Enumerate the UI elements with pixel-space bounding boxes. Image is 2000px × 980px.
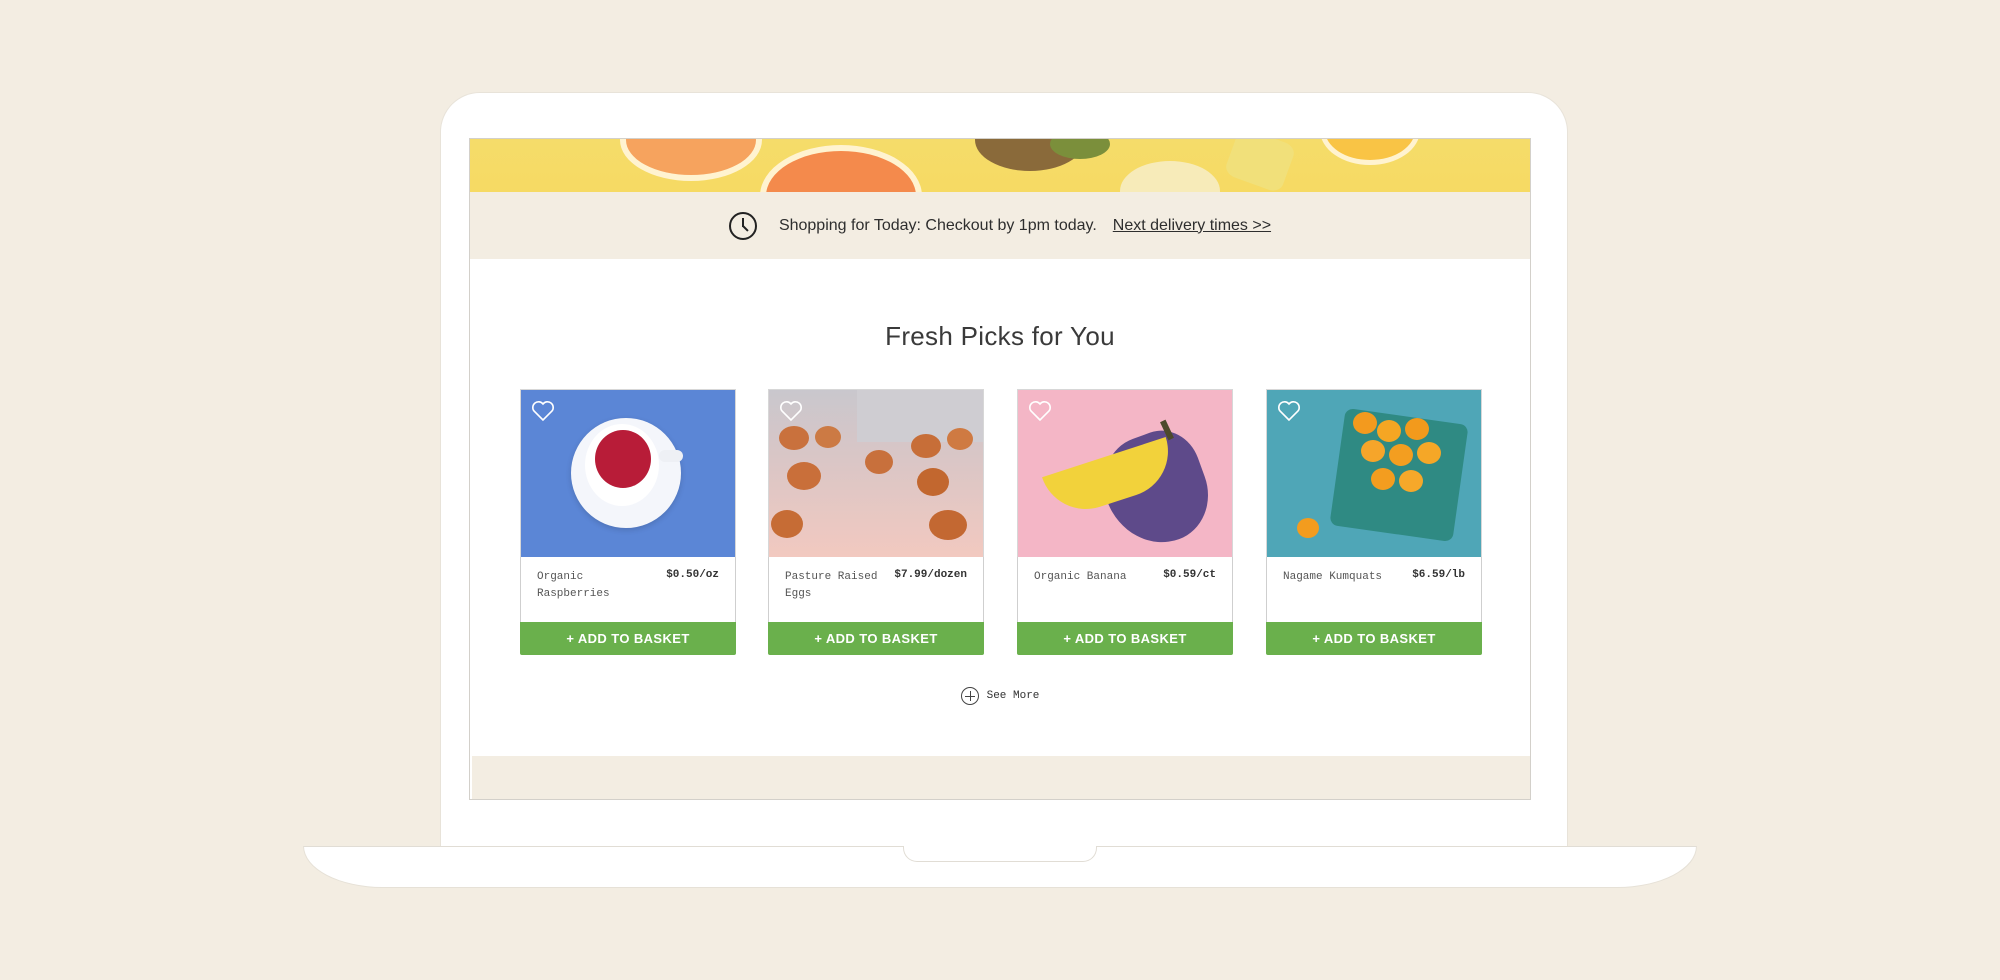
product-price: $0.50/oz [666, 569, 719, 581]
laptop-notch [903, 846, 1097, 862]
add-to-basket-button[interactable]: + ADD TO BASKET [1017, 622, 1233, 655]
product-price: $6.59/lb [1412, 569, 1465, 581]
see-more-label: See More [986, 690, 1040, 702]
product-card: Organic Banana $0.59/ct + ADD TO BASKET [1017, 389, 1233, 655]
see-more-button[interactable]: See More [470, 687, 1530, 705]
product-image-kumquats[interactable] [1266, 389, 1482, 557]
favorite-heart-icon[interactable] [531, 400, 555, 422]
delivery-promo-bar: Shopping for Today: Checkout by 1pm toda… [470, 192, 1530, 259]
grapefruit-slice [760, 145, 922, 192]
product-info: Organic Raspberries $0.50/oz [520, 557, 736, 622]
product-card: Organic Raspberries $0.50/oz + ADD TO BA… [520, 389, 736, 655]
lemon-slice [1120, 161, 1220, 192]
product-info: Organic Banana $0.59/ct [1017, 557, 1233, 622]
product-image-banana[interactable] [1017, 389, 1233, 557]
favorite-heart-icon[interactable] [1277, 400, 1301, 422]
product-image-raspberries[interactable] [520, 389, 736, 557]
product-card: Pasture Raised Eggs $7.99/dozen + ADD TO… [768, 389, 984, 655]
next-delivery-times-link[interactable]: Next delivery times >> [1113, 217, 1271, 235]
product-info: Pasture Raised Eggs $7.99/dozen [768, 557, 984, 622]
product-image-eggs[interactable] [768, 389, 984, 557]
clock-icon [728, 211, 757, 240]
add-to-basket-button[interactable]: + ADD TO BASKET [1266, 622, 1482, 655]
favorite-heart-icon[interactable] [779, 400, 803, 422]
product-name: Organic Banana [1034, 571, 1127, 583]
footer-band [472, 756, 1530, 799]
product-info: Nagame Kumquats $6.59/lb [1266, 557, 1482, 622]
hero-banner-image [470, 139, 1530, 192]
plus-circle-icon [960, 687, 979, 705]
add-to-basket-button[interactable]: + ADD TO BASKET [768, 622, 984, 655]
product-name: Nagame Kumquats [1283, 571, 1383, 583]
product-card: Nagame Kumquats $6.59/lb + ADD TO BASKET [1266, 389, 1482, 655]
section-title: Fresh Picks for You [885, 321, 1115, 351]
product-price: $7.99/dozen [894, 569, 967, 581]
orange-slice [1320, 139, 1420, 165]
product-name: Organic Raspberries [537, 571, 610, 600]
product-price: $0.59/ct [1163, 569, 1216, 581]
product-name: Pasture Raised Eggs [785, 571, 878, 600]
favorite-heart-icon[interactable] [1028, 400, 1052, 422]
add-to-basket-button[interactable]: + ADD TO BASKET [520, 622, 736, 655]
laptop-screen: Shopping for Today: Checkout by 1pm toda… [469, 138, 1531, 800]
starfruit-image [1223, 139, 1297, 192]
promo-text: Shopping for Today: Checkout by 1pm toda… [778, 216, 1097, 234]
grapefruit-slice [620, 139, 762, 181]
